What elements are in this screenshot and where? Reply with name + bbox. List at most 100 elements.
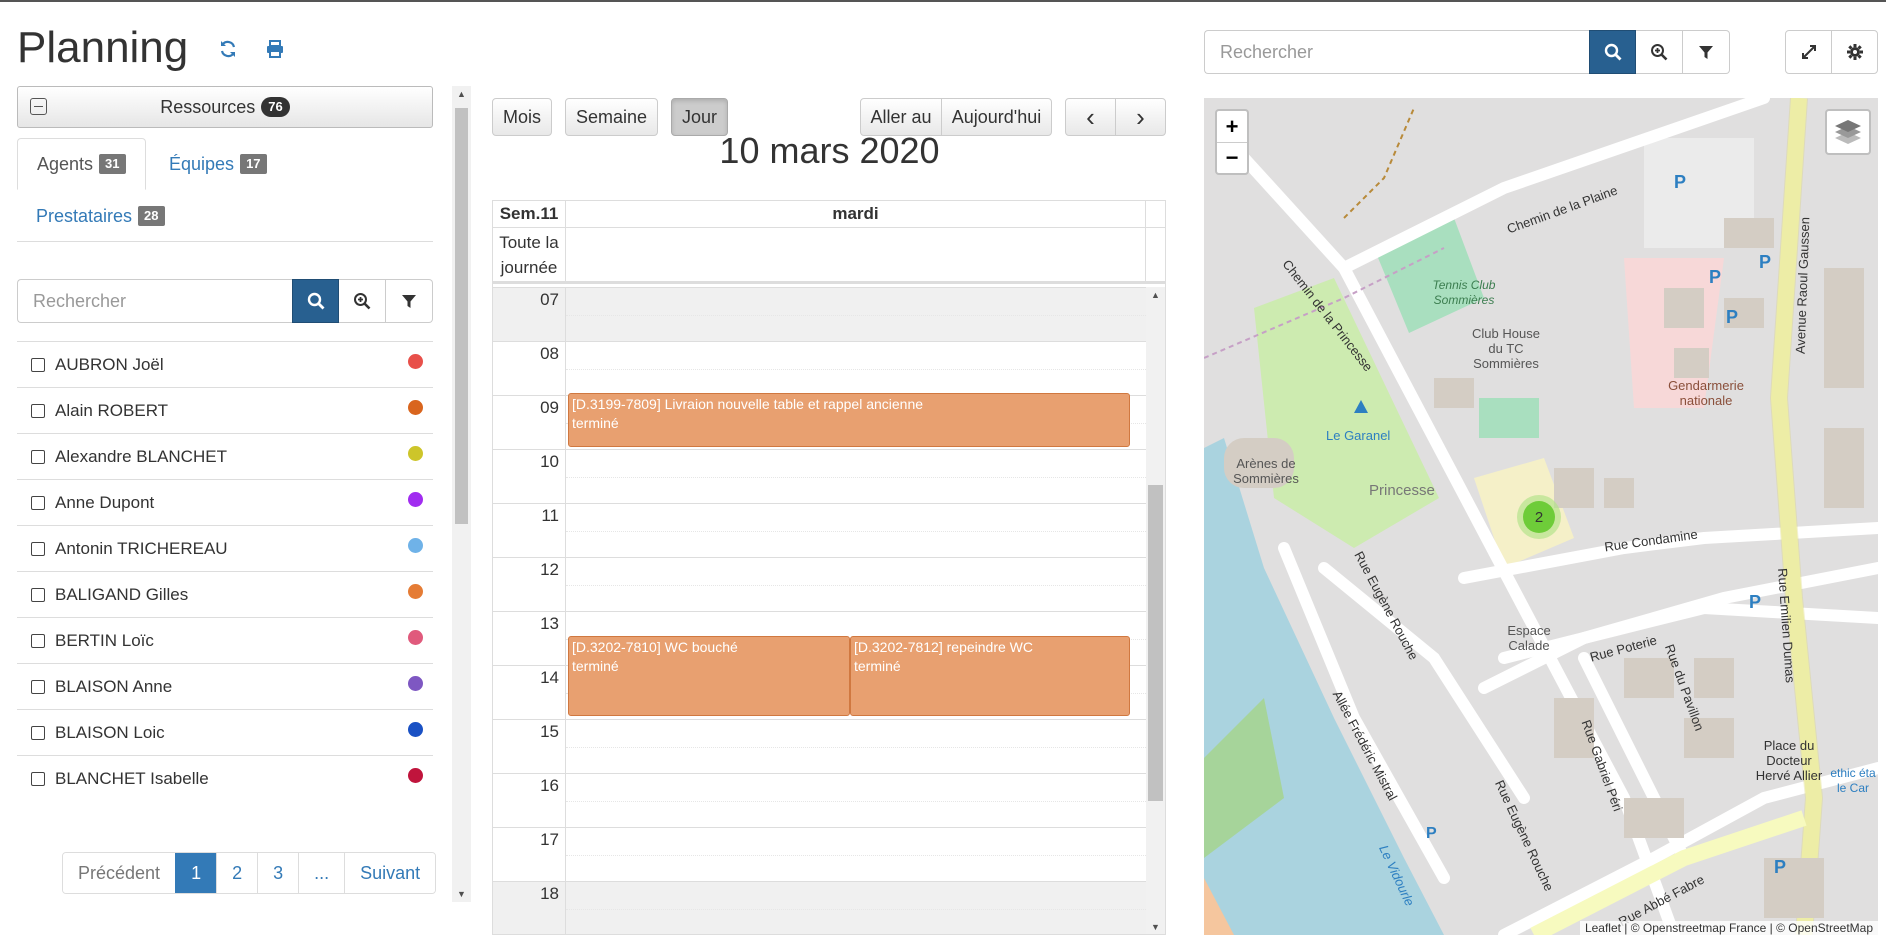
hour-row[interactable]: 16	[493, 773, 1146, 827]
resource-item[interactable]: BLANCHET Isabelle	[17, 755, 433, 801]
hour-label: 07	[493, 288, 566, 341]
map-filter-button[interactable]	[1683, 30, 1730, 74]
pagination-next[interactable]: Suivant	[344, 853, 436, 893]
hour-row[interactable]: 08	[493, 341, 1146, 395]
hour-row[interactable]: 11	[493, 503, 1146, 557]
map-search-input[interactable]: Rechercher	[1204, 30, 1589, 74]
resource-item[interactable]: Alain ROBERT	[17, 387, 433, 433]
resource-checkbox[interactable]	[31, 449, 45, 464]
calendar-event[interactable]: [D.3199-7809] Livraion nouvelle table et…	[568, 393, 1130, 447]
hour-label: 10	[493, 450, 566, 503]
calendar-event[interactable]: [D.3202-7810] WC bouché terminé	[568, 636, 850, 716]
resource-filter-button[interactable]	[386, 279, 433, 323]
resource-name: Antonin TRICHEREAU	[55, 538, 228, 558]
hour-label: 18	[493, 882, 566, 934]
scroll-up-icon[interactable]: ▲	[1146, 287, 1165, 303]
pagination-prev[interactable]: Précédent	[63, 853, 176, 893]
resource-checkbox[interactable]	[31, 495, 45, 510]
settings-button[interactable]	[1831, 30, 1878, 74]
half-hour-line	[566, 747, 1146, 748]
layers-button[interactable]	[1825, 109, 1871, 155]
half-hour-line	[566, 369, 1146, 370]
scroll-up-icon[interactable]: ▲	[452, 86, 471, 102]
hour-row[interactable]: 15	[493, 719, 1146, 773]
resource-item[interactable]: BLAISON Anne	[17, 663, 433, 709]
map-search-button[interactable]	[1589, 30, 1636, 74]
gear-icon	[1846, 44, 1863, 60]
scroll-down-icon[interactable]: ▼	[452, 886, 471, 902]
tab-prestataires[interactable]: Prestataires 28	[17, 190, 184, 242]
resource-color-dot	[408, 492, 423, 507]
calendar-event[interactable]: [D.3202-7812] repeindre WC terminé	[850, 636, 1130, 716]
search-icon	[307, 292, 324, 310]
resource-item[interactable]: Alexandre BLANCHET	[17, 433, 433, 479]
resource-color-dot	[408, 446, 423, 461]
resource-checkbox[interactable]	[31, 541, 45, 556]
pagination-ellipsis[interactable]: ...	[298, 853, 345, 893]
fullscreen-button[interactable]	[1785, 30, 1832, 74]
resource-search-button[interactable]	[292, 279, 339, 323]
map[interactable]: P P P P P P P + − Chemin de la Plaine Ch…	[1204, 98, 1878, 935]
map-zoom-in-button[interactable]: +	[1217, 111, 1247, 142]
resource-checkbox[interactable]	[31, 357, 45, 372]
svg-text:P: P	[1709, 267, 1721, 287]
resource-list: AUBRON Joël Alain ROBERT Alexandre BLANCHE…	[17, 341, 433, 801]
allday-slot[interactable]	[566, 228, 1146, 281]
resource-zoom-button[interactable]	[339, 279, 386, 323]
resource-search-input[interactable]: Rechercher	[17, 279, 292, 323]
resource-name: BLAISON Anne	[55, 676, 173, 696]
resource-item[interactable]: AUBRON Joël	[17, 341, 433, 387]
pagination-page-2[interactable]: 2	[216, 853, 258, 893]
collapse-icon[interactable]	[30, 98, 47, 115]
hour-row[interactable]: 12	[493, 557, 1146, 611]
resource-item[interactable]: BLAISON Loic	[17, 709, 433, 755]
expand-icon	[1801, 45, 1816, 59]
resource-color-dot	[408, 584, 423, 599]
resource-item[interactable]: Antonin TRICHEREAU	[17, 525, 433, 571]
hour-row[interactable]: 10	[493, 449, 1146, 503]
resource-checkbox[interactable]	[31, 587, 45, 602]
resource-color-dot	[408, 400, 423, 415]
map-cluster-marker[interactable]: 2	[1517, 495, 1561, 539]
resource-checkbox[interactable]	[31, 633, 45, 648]
sidebar-scrollbar-thumb[interactable]	[455, 108, 468, 524]
hour-row[interactable]: 07	[493, 287, 1146, 341]
svg-text:P: P	[1426, 825, 1437, 842]
resource-checkbox[interactable]	[31, 403, 45, 418]
pagination-page-3[interactable]: 3	[257, 853, 299, 893]
resource-color-dot	[408, 630, 423, 645]
resource-item[interactable]: BALIGAND Gilles	[17, 571, 433, 617]
tab-agents[interactable]: Agents 31	[17, 138, 146, 190]
resource-item[interactable]: BERTIN Loïc	[17, 617, 433, 663]
sidebar-scrollbar[interactable]: ▲ ▼	[452, 86, 471, 902]
svg-text:P: P	[1749, 592, 1761, 612]
week-number: Sem.11	[493, 201, 566, 227]
pagination-page-1[interactable]: 1	[175, 853, 217, 893]
map-zoom-button[interactable]	[1636, 30, 1683, 74]
hour-label: 16	[493, 774, 566, 827]
resource-checkbox[interactable]	[31, 679, 45, 694]
resources-panel-header[interactable]: Ressources 76	[17, 86, 433, 128]
map-label-arenes: Arènes de Sommières	[1233, 456, 1299, 486]
refresh-icon[interactable]	[215, 36, 241, 62]
resource-checkbox[interactable]	[31, 771, 45, 786]
resource-name: BLAISON Loic	[55, 722, 165, 742]
search-icon	[1604, 43, 1621, 61]
print-icon[interactable]	[262, 36, 288, 62]
calendar-scrollbar-thumb[interactable]	[1148, 485, 1163, 801]
layers-icon	[1835, 120, 1861, 144]
cluster-count: 2	[1523, 501, 1555, 533]
resource-color-dot	[408, 538, 423, 553]
resource-color-dot	[408, 676, 423, 691]
hour-row[interactable]: 18	[493, 881, 1146, 934]
map-zoom-out-button[interactable]: −	[1217, 142, 1247, 173]
resource-color-dot	[408, 722, 423, 737]
calendar-scrollbar[interactable]: ▲ ▼	[1146, 287, 1165, 934]
resource-checkbox[interactable]	[31, 725, 45, 740]
map-search-group: Rechercher	[1204, 30, 1730, 74]
event-status: terminé	[854, 658, 901, 674]
tab-equipes[interactable]: Équipes 17	[150, 138, 286, 190]
resource-item[interactable]: Anne Dupont	[17, 479, 433, 525]
hour-row[interactable]: 17	[493, 827, 1146, 881]
calendar-title: 10 mars 2020	[719, 130, 940, 171]
